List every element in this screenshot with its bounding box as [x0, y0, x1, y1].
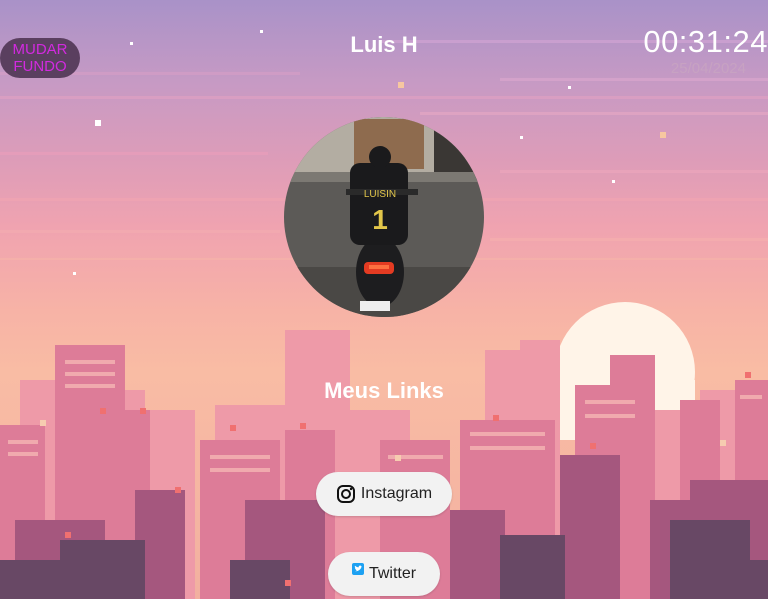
clock-date: 25/04/2024 — [670, 60, 746, 77]
clock-time: 00:31:24 — [643, 24, 768, 59]
profile-photo: LUISIN 1 — [284, 117, 484, 317]
jersey-number: 1 — [372, 204, 388, 235]
instagram-link-button[interactable]: Instagram — [316, 472, 452, 516]
profile-avatar: LUISIN 1 — [284, 117, 484, 317]
jersey-name: LUISIN — [364, 189, 396, 200]
instagram-link-label: Instagram — [360, 485, 433, 502]
change-background-label-line2: FUNDO — [13, 58, 67, 75]
instagram-icon — [336, 484, 356, 504]
links-heading: Meus Links — [324, 378, 444, 403]
twitter-link-label: Twitter — [368, 565, 417, 582]
twitter-link-button[interactable]: Twitter — [328, 552, 440, 596]
twitter-icon — [351, 563, 364, 575]
